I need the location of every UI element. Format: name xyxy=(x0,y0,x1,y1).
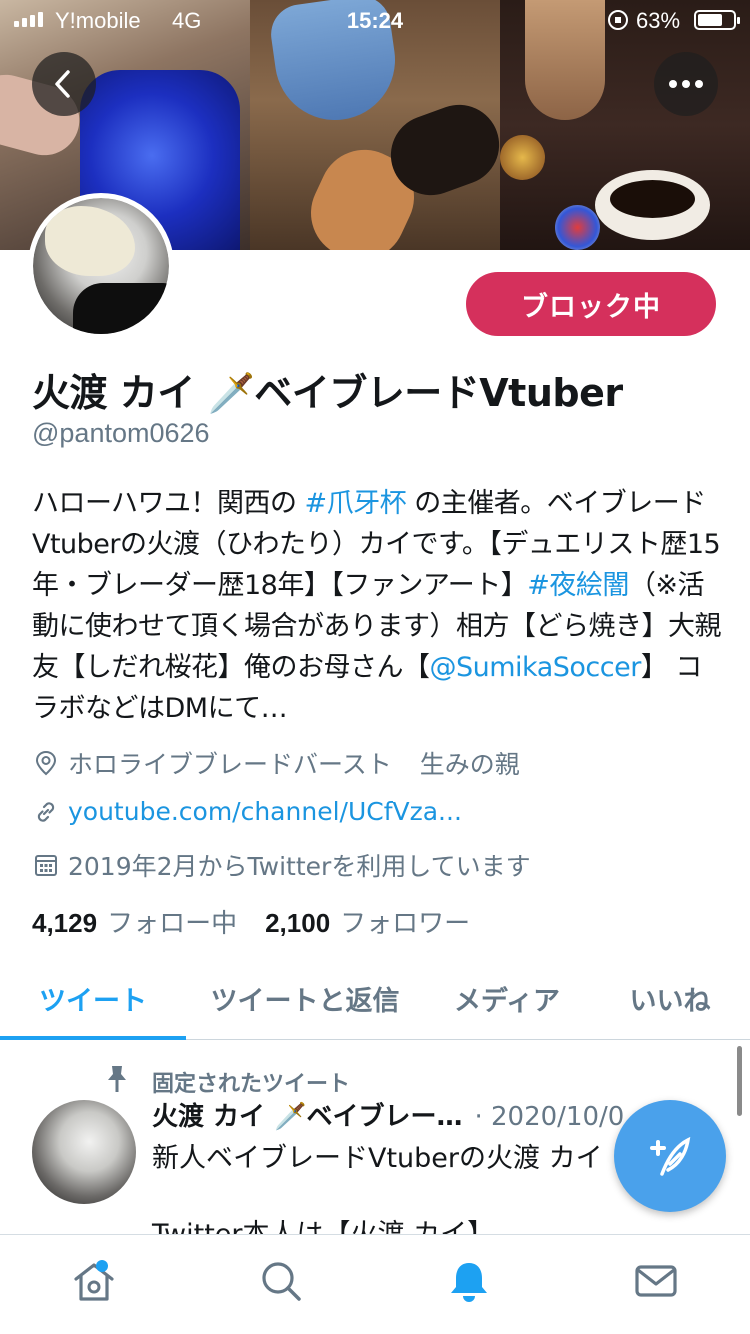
followers-count[interactable]: 2,100 xyxy=(265,908,330,939)
tweet-text[interactable]: 新人ベイブレードVtuberの火渡 カイ xyxy=(152,1136,603,1175)
joined-text: 2019年2月からTwitterを利用しています xyxy=(68,852,531,881)
compose-tweet-button[interactable] xyxy=(614,1100,726,1212)
compose-feather-icon xyxy=(650,1136,691,1176)
followers-label[interactable]: フォロワー xyxy=(340,903,470,940)
follow-stats: 4,129 フォロー中 2,100 フォロワー xyxy=(32,903,488,940)
search-icon xyxy=(262,1261,301,1301)
more-dots-icon xyxy=(669,80,703,88)
location-text: ホロライブブレードバースト xyxy=(68,750,392,779)
profile-location: ホロライブブレードバースト 生みの親 xyxy=(32,745,520,781)
blocked-button[interactable]: ブロック中 xyxy=(466,272,716,336)
tab-media[interactable]: メディア xyxy=(424,958,590,1039)
bio-text: ハローハワユ！関西の xyxy=(32,488,305,519)
rotation-lock-icon xyxy=(608,10,628,30)
tab-likes[interactable]: いいね xyxy=(590,958,750,1039)
profile-bio: ハローハワユ！関西の #爪牙杯 の主催者。ベイブレードVtuberの火渡（ひわた… xyxy=(32,483,722,729)
battery-icon xyxy=(694,10,740,30)
hashtag-link[interactable]: #爪牙杯 xyxy=(305,488,407,519)
battery-percent: 63% xyxy=(636,8,681,33)
bottom-nav xyxy=(0,1234,750,1334)
tab-tweets[interactable]: ツイート xyxy=(0,958,186,1040)
link-icon xyxy=(37,801,55,822)
bell-icon xyxy=(450,1262,487,1302)
profile-avatar[interactable] xyxy=(28,193,174,339)
nav-messages[interactable] xyxy=(611,1246,701,1316)
nav-home[interactable] xyxy=(49,1246,139,1316)
pin-icon xyxy=(108,1066,126,1092)
profile-handle: @pantom0626 xyxy=(32,418,210,448)
tweet-header[interactable]: 火渡 カイ 🗡️ベイブレー… · 2020/10/0 xyxy=(152,1096,624,1133)
tweet-avatar[interactable] xyxy=(32,1100,136,1204)
calendar-icon xyxy=(35,855,57,876)
nav-search[interactable] xyxy=(236,1246,326,1316)
location-pin-icon xyxy=(35,750,57,776)
status-bar: Y!mobile 4G 15:24 63% xyxy=(0,0,750,40)
chevron-left-icon xyxy=(55,70,70,98)
profile-joined: 2019年2月からTwitterを利用しています xyxy=(32,847,531,883)
location-extra: 生みの親 xyxy=(419,750,520,779)
more-button[interactable] xyxy=(654,52,718,116)
profile-screen: Y!mobile 4G 15:24 63% ブロック中 火渡 カイ 🗡️ベイブレ… xyxy=(0,0,750,1334)
home-notification-dot xyxy=(95,1259,108,1272)
mail-icon xyxy=(635,1264,677,1297)
profile-name: 火渡 カイ 🗡️ベイブレードVtuber xyxy=(32,371,623,415)
profile-website[interactable]: youtube.com/channel/UCfVza... xyxy=(32,797,462,826)
website-link[interactable]: youtube.com/channel/UCfVza... xyxy=(68,797,462,826)
pinned-label: 固定されたツイート xyxy=(152,1072,351,1097)
nav-notifications[interactable] xyxy=(424,1246,514,1316)
profile-tabs: ツイート ツイートと返信 メディア いいね xyxy=(0,958,750,1040)
back-button[interactable] xyxy=(32,52,96,116)
hashtag-link[interactable]: #夜絵闇 xyxy=(527,570,629,601)
tweet-author[interactable]: 火渡 カイ 🗡️ベイブレー… xyxy=(152,1102,462,1132)
following-label[interactable]: フォロー中 xyxy=(107,903,237,940)
tab-tweets-replies[interactable]: ツイートと返信 xyxy=(186,958,424,1039)
tweet-date: · 2020/10/0 xyxy=(474,1102,625,1132)
following-count[interactable]: 4,129 xyxy=(32,908,97,939)
mention-link[interactable]: @SumikaSoccer xyxy=(430,652,642,683)
scrollbar[interactable] xyxy=(737,1046,742,1116)
home-icon xyxy=(74,1262,114,1301)
